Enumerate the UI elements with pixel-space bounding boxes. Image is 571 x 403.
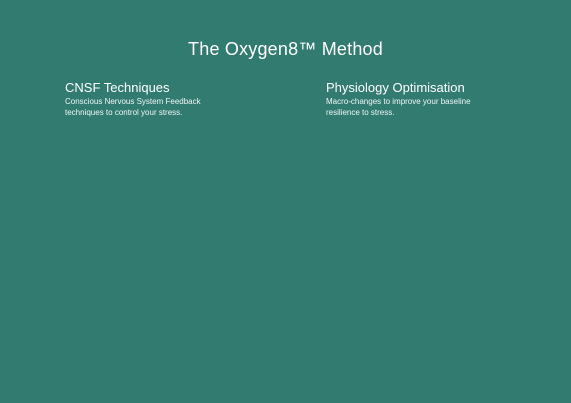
physiology-optimisation-section: Physiology Optimisation Macro-changes to… <box>326 80 496 118</box>
page-title: The Oxygen8™ Method <box>188 39 383 59</box>
cnsf-techniques-section: CNSF Techniques Conscious Nervous System… <box>65 80 235 118</box>
section-heading: CNSF Techniques <box>65 80 170 95</box>
section-description: Conscious Nervous System Feedback techni… <box>65 97 201 117</box>
section-heading: Physiology Optimisation <box>326 80 465 95</box>
section-description: Macro-changes to improve your baseline r… <box>326 97 471 117</box>
